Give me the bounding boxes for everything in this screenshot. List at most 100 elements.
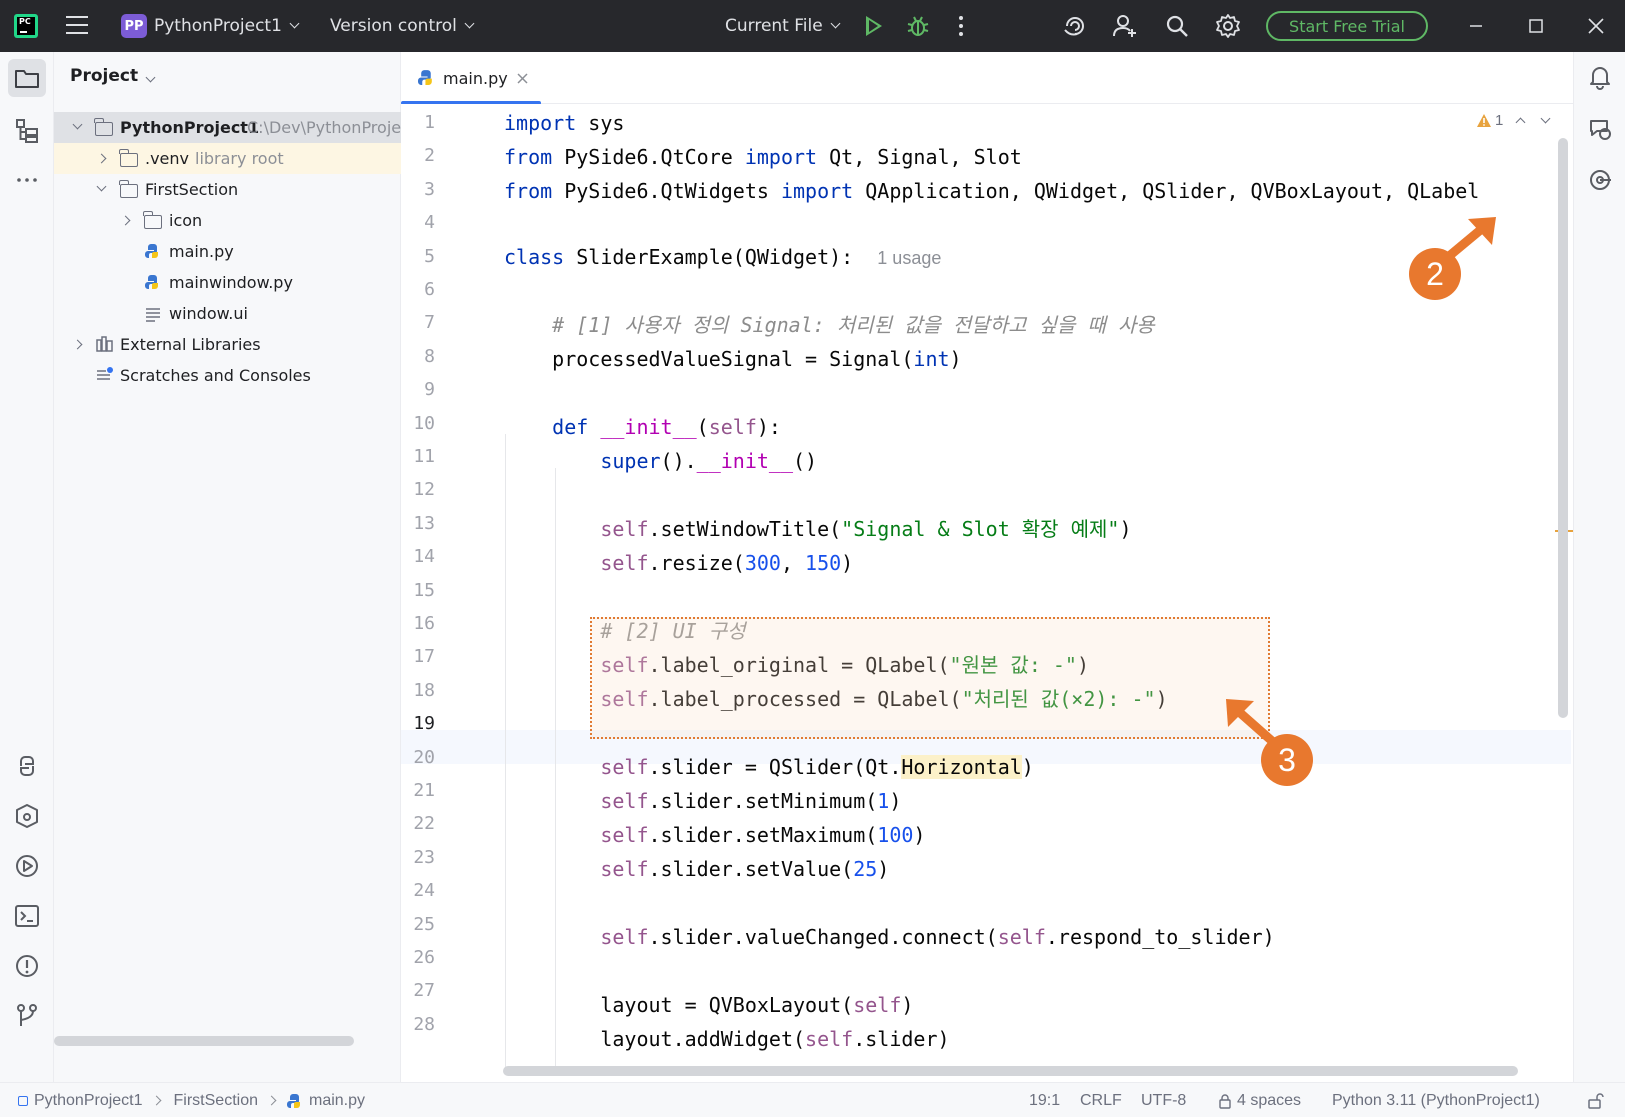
line-number[interactable]: 1 [401,106,435,140]
line-number[interactable]: 19 [401,707,435,741]
tree-item-firstsection[interactable]: FirstSection [54,174,401,205]
project-switcher[interactable]: PythonProject1 [154,0,300,52]
line-number[interactable]: 17 [401,640,435,674]
line-number[interactable]: 2 [401,139,435,173]
code-line-14[interactable]: self.resize(300, 150) [504,546,853,580]
code-line-22[interactable]: self.slider.setMaximum(100) [504,818,925,852]
main-menu-icon[interactable] [66,16,88,34]
line-number[interactable]: 11 [401,440,435,474]
vertical-scrollbar[interactable] [1558,138,1568,718]
run-tool-icon[interactable] [13,852,41,880]
line-number[interactable]: 10 [401,407,435,441]
line-number[interactable]: 3 [401,173,435,207]
previous-highlight-icon[interactable] [1515,117,1526,128]
code-line-2[interactable]: from PySide6.QtCore import Qt, Signal, S… [504,140,1022,174]
expand-arrow-icon[interactable] [96,181,107,192]
python-packages-icon[interactable] [13,752,41,780]
python-interpreter[interactable]: Python 3.11 (PythonProject1) [1332,1083,1540,1117]
line-number[interactable]: 23 [401,841,435,875]
settings-gear-icon[interactable] [1215,13,1241,39]
start-free-trial-button[interactable]: Start Free Trial [1266,11,1428,41]
line-number[interactable]: 16 [401,607,435,641]
expand-arrow-icon[interactable] [72,119,83,130]
project-panel-title[interactable]: Project [70,66,156,86]
search-icon[interactable] [1164,13,1190,39]
minimize-button[interactable] [1446,0,1506,52]
code-line-28[interactable]: layout.addWidget(self.slider) [504,1022,949,1056]
line-number[interactable]: 7 [401,306,435,340]
tree-item-window-ui[interactable]: window.ui [54,298,401,329]
maximize-button[interactable] [1506,0,1566,52]
tree-item-pythonproject1[interactable]: PythonProject1 C:\Dev\PythonProje [54,112,401,143]
terminal-icon[interactable] [13,902,41,930]
run-config-selector[interactable]: Current File [725,0,841,52]
tree-item-icon-folder[interactable]: icon [54,205,401,236]
line-number[interactable]: 25 [401,908,435,942]
debug-icon[interactable] [907,14,929,38]
indent-setting[interactable]: 4 spaces [1217,1083,1301,1117]
line-number[interactable]: 6 [401,273,435,307]
expand-arrow-icon[interactable] [120,215,131,226]
line-number[interactable]: 12 [401,473,435,507]
code-line-20[interactable]: self.slider = QSlider(Qt.Horizontal) [504,750,1034,784]
line-number[interactable]: 18 [401,674,435,708]
notifications-bell-icon[interactable] [1587,64,1613,90]
code-line-10[interactable]: def __init__(self): [504,410,781,444]
code-line-3[interactable]: from PySide6.QtWidgets import QApplicati… [504,174,1479,208]
close-window-button[interactable] [1566,0,1625,52]
breadcrumb-item-file[interactable]: main.py [309,1092,365,1110]
git-icon[interactable] [13,1002,41,1030]
breadcrumb-item-project[interactable]: PythonProject1 [34,1092,143,1110]
line-number[interactable]: 28 [401,1008,435,1042]
code-line-27[interactable]: layout = QVBoxLayout(self) [504,988,913,1022]
code-editor[interactable]: 1 2 3 4 5 6 7 8 9 10 11 12 13 14 15 16 17 18 19 20 21 22 23 24 2… [401,104,1573,1071]
line-number[interactable]: 4 [401,206,435,240]
line-number[interactable]: 27 [401,974,435,1008]
commit-history-icon[interactable] [1587,167,1613,193]
tree-item-external-libraries[interactable]: External Libraries [54,329,401,360]
line-separator[interactable]: CRLF [1080,1083,1122,1117]
next-highlight-icon[interactable] [1540,113,1551,124]
code-line-11[interactable]: super().__init__() [504,444,817,478]
expand-arrow-icon[interactable] [72,339,83,350]
project-folder-icon[interactable] [13,64,41,92]
project-badge[interactable]: PP [121,14,147,38]
close-tab-icon[interactable] [517,73,528,84]
code-line-7[interactable]: # [1] 사용자 정의 Signal: 처리된 값을 전달하고 싶을 때 사용 [504,308,1154,342]
tab-main-py[interactable]: main.py [401,52,541,105]
line-number[interactable]: 9 [401,373,435,407]
tree-item-mainwindow-py[interactable]: mainwindow.py [54,267,401,298]
breadcrumb-item-folder[interactable]: FirstSection [174,1092,258,1110]
usage-hint[interactable]: 1 usage [877,248,941,268]
tree-item-main-py[interactable]: main.py [54,236,401,267]
services-icon[interactable] [13,802,41,830]
readonly-lock-icon[interactable] [1586,1092,1604,1110]
caret-position[interactable]: 19:1 [1029,1083,1060,1117]
line-number[interactable]: 21 [401,774,435,808]
tree-item-venv[interactable]: .venv library root [54,143,401,174]
line-number[interactable]: 8 [401,340,435,374]
code-line-23[interactable]: self.slider.setValue(25) [504,852,889,886]
line-number[interactable]: 26 [401,941,435,975]
add-user-icon[interactable] [1112,13,1138,39]
line-number[interactable]: 24 [401,874,435,908]
line-number[interactable]: 13 [401,507,435,541]
file-encoding[interactable]: UTF-8 [1141,1083,1186,1117]
code-line-21[interactable]: self.slider.setMinimum(1) [504,784,901,818]
more-actions-icon[interactable] [959,16,963,36]
tree-item-scratches[interactable]: Scratches and Consoles [54,360,401,391]
line-number[interactable]: 22 [401,807,435,841]
code-line-25[interactable]: self.slider.valueChanged.connect(self.re… [504,920,1274,954]
run-icon[interactable] [866,16,882,36]
line-number[interactable]: 14 [401,540,435,574]
code-line-5[interactable]: class SliderExample(QWidget): 1 usage [504,240,941,274]
more-tools-icon[interactable] [13,166,41,194]
line-number[interactable]: 15 [401,574,435,608]
code-line-8[interactable]: processedValueSignal = Signal(int) [504,342,961,376]
line-number[interactable]: 5 [401,240,435,274]
code-line-13[interactable]: self.setWindowTitle("Signal & Slot 확장 예제… [504,512,1131,546]
structure-icon[interactable] [13,116,41,144]
code-line-1[interactable]: import sys [504,106,624,140]
ai-chat-icon[interactable] [1587,116,1613,142]
line-number[interactable]: 20 [401,741,435,775]
